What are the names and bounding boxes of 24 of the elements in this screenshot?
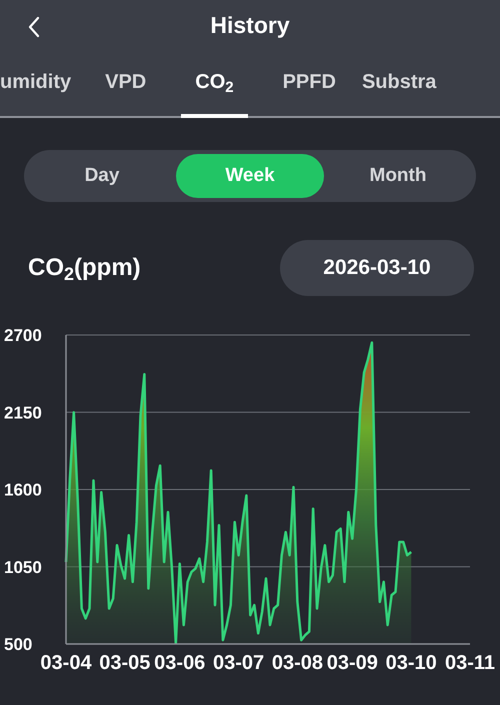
x-axis-label: 03-10 bbox=[386, 652, 437, 674]
tab[interactable]: CO$_{2}$ bbox=[181, 50, 248, 118]
page-title: History bbox=[210, 10, 290, 40]
date-picker[interactable]: 2026-03-10 bbox=[280, 240, 474, 296]
x-axis-label: 03-07 bbox=[213, 652, 264, 674]
tab[interactable]: umidity bbox=[0, 50, 84, 118]
y-axis-label: 1050 bbox=[4, 558, 42, 577]
tab[interactable]: VPD bbox=[92, 50, 160, 118]
x-axis-label: 03-08 bbox=[272, 652, 323, 674]
tab[interactable]: Substra bbox=[348, 50, 450, 118]
y-axis-label: 500 bbox=[4, 635, 32, 654]
y-axis-label: 2150 bbox=[4, 403, 42, 422]
x-axis-label: 03-11 bbox=[444, 652, 496, 674]
period-option[interactable]: Month bbox=[324, 154, 472, 198]
tab[interactable]: PPFD bbox=[270, 50, 349, 118]
x-axis-label: 03-09 bbox=[326, 652, 378, 674]
y-axis-label: 1600 bbox=[4, 480, 42, 500]
period-option[interactable]: Day bbox=[28, 154, 176, 198]
y-axis-label: 2700 bbox=[4, 326, 42, 345]
chart-title: CO$_{2}$(ppm) bbox=[28, 253, 141, 286]
x-axis-label: 03-05 bbox=[99, 652, 150, 674]
back-icon bbox=[26, 16, 42, 38]
x-axis-label: 03-04 bbox=[40, 652, 92, 674]
x-axis-label: 03-06 bbox=[154, 652, 206, 674]
